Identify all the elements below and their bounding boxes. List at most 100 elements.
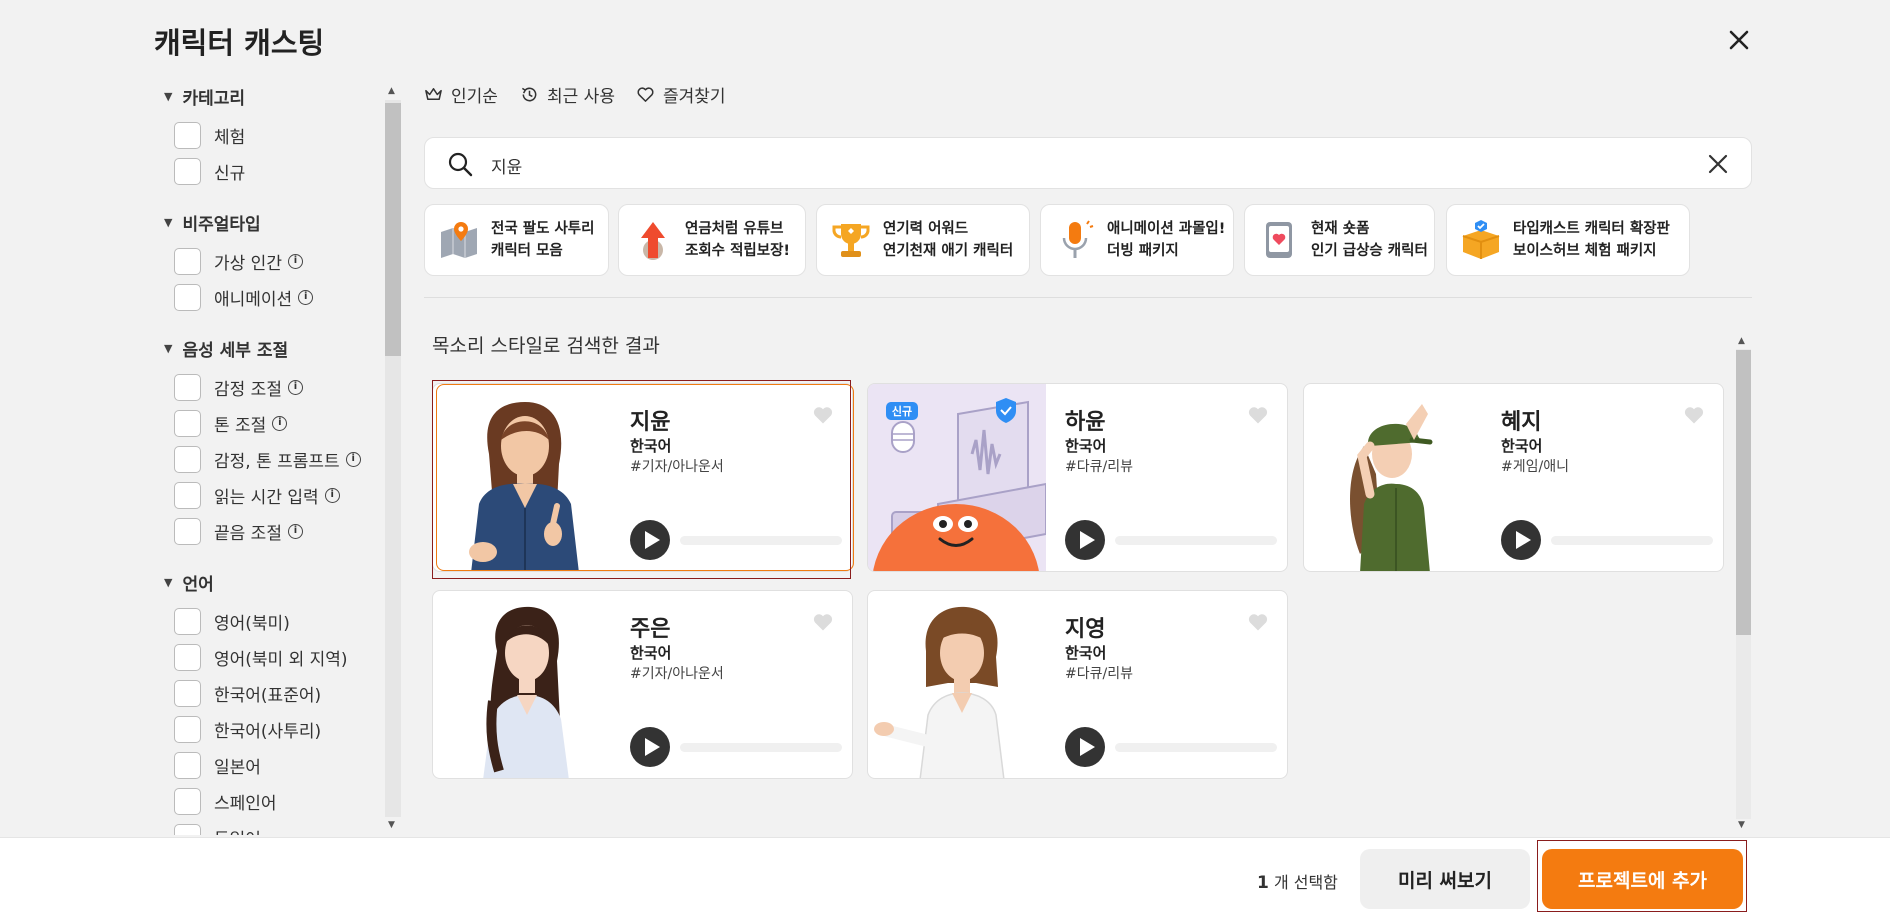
new-badge: 신규 xyxy=(892,404,912,418)
checkbox[interactable] xyxy=(174,517,201,545)
option-label: 읽는 시간 입력 xyxy=(214,487,319,508)
chip-dialect-characters[interactable]: 전국 팔도 사투리 캐릭터 모음 xyxy=(424,204,609,276)
checkbox[interactable] xyxy=(174,643,201,671)
favorite-heart-icon[interactable] xyxy=(1247,404,1269,426)
checkbox[interactable] xyxy=(174,283,201,311)
filter-option-emotion-tone-prompt[interactable]: 감정, 톤 프롬프트 i xyxy=(174,444,361,474)
filter-option-experience[interactable]: 체험 xyxy=(174,120,245,150)
checkbox[interactable] xyxy=(174,157,201,185)
checkbox[interactable] xyxy=(174,787,201,815)
sort-favorites[interactable]: 즐겨찾기 xyxy=(636,82,726,107)
section-visual-type[interactable]: ▼ 비주얼타입 xyxy=(164,210,261,235)
filter-option-english-na[interactable]: 영어(북미) xyxy=(174,606,290,636)
checkbox[interactable] xyxy=(174,823,201,835)
search-input[interactable]: 지윤 xyxy=(491,153,522,178)
play-icon[interactable] xyxy=(630,727,670,767)
history-icon xyxy=(521,87,537,102)
audio-progress-bar[interactable] xyxy=(1115,743,1277,752)
audio-progress-bar[interactable] xyxy=(680,536,842,545)
checkbox[interactable] xyxy=(174,715,201,743)
section-language[interactable]: ▼ 언어 xyxy=(164,570,214,595)
play-icon[interactable] xyxy=(1501,520,1541,560)
chip-acting-award[interactable]: 연기력 어워드 연기천재 애기 캐릭터 xyxy=(816,204,1030,276)
audio-progress-bar[interactable] xyxy=(680,743,842,752)
filter-option-german[interactable]: 독일어 xyxy=(174,822,261,835)
checkbox[interactable] xyxy=(174,247,201,275)
results-scrollbar[interactable]: ▲ ▼ xyxy=(1736,336,1752,831)
chip-anime-dubbing[interactable]: 애니메이션 과몰입! 더빙 패키지 xyxy=(1040,204,1234,276)
clear-search-icon[interactable] xyxy=(1706,152,1730,176)
character-name: 주은 xyxy=(630,617,671,642)
scroll-down-arrow-icon[interactable]: ▼ xyxy=(388,820,395,830)
audio-progress-bar[interactable] xyxy=(1551,536,1713,545)
filter-option-english-other[interactable]: 영어(북미 외 지역) xyxy=(174,642,348,672)
filter-option-emotion[interactable]: 감정 조절 i xyxy=(174,372,303,402)
filter-option-reading-time[interactable]: 읽는 시간 입력 i xyxy=(174,480,340,510)
info-icon[interactable]: i xyxy=(287,253,303,269)
checkbox[interactable] xyxy=(174,481,201,509)
filter-option-tone[interactable]: 톤 조절 i xyxy=(174,408,288,438)
collapse-triangle-icon: ▼ xyxy=(164,576,173,589)
character-card-jiyun[interactable]: 지윤 한국어 #기자/아나운서 xyxy=(432,383,853,572)
sort-popular[interactable]: 인기순 xyxy=(424,82,498,107)
search-bar[interactable]: 지윤 xyxy=(424,137,1752,189)
audio-progress-bar[interactable] xyxy=(1115,536,1277,545)
section-voice-detail[interactable]: ▼ 음성 세부 조절 xyxy=(164,336,288,361)
sidebar-scrollbar[interactable]: ▲ ▼ xyxy=(385,86,402,831)
favorite-heart-icon[interactable] xyxy=(1247,611,1269,633)
chip-voicehub-package[interactable]: 타입캐스트 캐릭터 확장판 보이스허브 체험 패키지 xyxy=(1446,204,1690,276)
collapse-triangle-icon: ▼ xyxy=(164,342,173,355)
filter-option-new[interactable]: 신규 xyxy=(174,156,245,186)
filter-option-ending[interactable]: 끝음 조절 i xyxy=(174,516,303,546)
favorite-heart-icon[interactable] xyxy=(1683,404,1705,426)
preview-button[interactable]: 미리 써보기 xyxy=(1360,849,1530,909)
scrollbar-thumb[interactable] xyxy=(1736,350,1751,635)
checkbox[interactable] xyxy=(174,409,201,437)
character-language: 한국어 xyxy=(1065,644,1107,662)
character-card-hyeji[interactable]: 혜지 한국어 #게임/애니 xyxy=(1303,383,1724,572)
info-icon[interactable]: i xyxy=(287,523,303,539)
checkbox[interactable] xyxy=(174,121,201,149)
info-icon[interactable]: i xyxy=(345,451,361,467)
filter-option-japanese[interactable]: 일본어 xyxy=(174,750,261,780)
phone-heart-icon xyxy=(1266,222,1292,258)
filter-option-korean-dialect[interactable]: 한국어(사투리) xyxy=(174,714,321,744)
chip-youtube-views[interactable]: 연금처럼 유튜브 조회수 적립보장! xyxy=(618,204,806,276)
chip-shortform-trending[interactable]: 현재 숏폼 인기 급상승 캐릭터 xyxy=(1244,204,1435,276)
filter-option-korean-standard[interactable]: 한국어(표준어) xyxy=(174,678,321,708)
filter-option-spanish[interactable]: 스페인어 xyxy=(174,786,277,816)
filter-option-virtual-human[interactable]: 가상 인간 i xyxy=(174,246,303,276)
sort-recent[interactable]: 최근 사용 xyxy=(520,82,615,107)
info-icon[interactable]: i xyxy=(298,289,314,305)
section-category[interactable]: ▼ 카테고리 xyxy=(164,84,245,109)
checkbox[interactable] xyxy=(174,679,201,707)
add-to-project-button[interactable]: 프로젝트에 추가 xyxy=(1542,849,1743,909)
scroll-up-arrow-icon[interactable]: ▲ xyxy=(388,86,395,96)
info-icon[interactable]: i xyxy=(272,415,288,431)
character-language: 한국어 xyxy=(1501,437,1543,455)
collapse-triangle-icon: ▼ xyxy=(164,90,173,103)
checkbox[interactable] xyxy=(174,607,201,635)
character-card-jueun[interactable]: 주은 한국어 #기자/아나운서 xyxy=(432,590,853,779)
checkbox[interactable] xyxy=(174,751,201,779)
info-icon[interactable]: i xyxy=(287,379,303,395)
info-icon[interactable]: i xyxy=(324,487,340,503)
play-icon[interactable] xyxy=(1065,727,1105,767)
close-dialog-button[interactable] xyxy=(1723,24,1755,56)
scrollbar-thumb[interactable] xyxy=(385,103,401,356)
option-label: 감정, 톤 프롬프트 xyxy=(214,451,340,472)
chip-line2: 캐릭터 모음 xyxy=(491,243,563,259)
filter-option-animation[interactable]: 애니메이션 i xyxy=(174,282,314,312)
scroll-up-arrow-icon[interactable]: ▲ xyxy=(1738,336,1745,346)
character-card-jiyeong[interactable]: 지영 한국어 #다큐/리뷰 xyxy=(867,590,1288,779)
checkbox[interactable] xyxy=(174,373,201,401)
favorite-heart-icon[interactable] xyxy=(812,611,834,633)
option-label: 애니메이션 xyxy=(214,289,293,310)
play-icon[interactable] xyxy=(630,520,670,560)
checkbox[interactable] xyxy=(174,445,201,473)
character-card-hayun[interactable]: 신규 하윤 한국어 #다큐/리뷰 xyxy=(867,383,1288,572)
play-icon[interactable] xyxy=(1065,520,1105,560)
scroll-down-arrow-icon[interactable]: ▼ xyxy=(1738,820,1745,830)
favorite-heart-icon[interactable] xyxy=(812,404,834,426)
character-tag: #기자/아나운서 xyxy=(630,666,724,682)
